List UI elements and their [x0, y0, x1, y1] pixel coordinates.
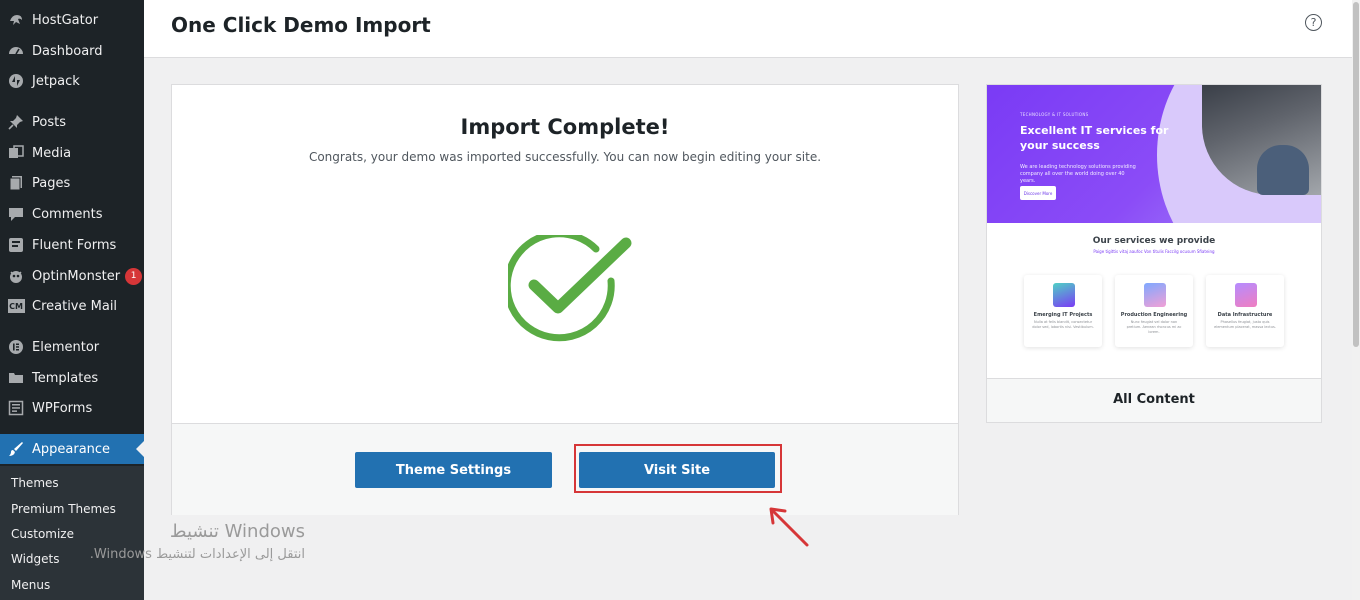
active-indicator	[136, 441, 144, 457]
scrollbar-thumb[interactable]	[1353, 2, 1359, 347]
service-text: Nunc feugiat vel dolor non pretium. Aene…	[1126, 320, 1182, 334]
page-scrollbar[interactable]	[1352, 0, 1360, 600]
hostgator-icon	[7, 11, 25, 29]
sidebar-item-label: Elementor	[32, 339, 100, 355]
sidebar-item-wpforms[interactable]: WPForms	[0, 393, 144, 423]
sidebar-item-label: HostGator	[32, 12, 99, 28]
sidebar-item-appearance[interactable]: Appearance	[0, 434, 144, 464]
sidebar-item-label: Templates	[32, 370, 99, 386]
submenu-item-menus[interactable]: Menus	[11, 578, 50, 592]
sidebar-item-label: OptinMonster	[32, 268, 121, 284]
success-check-icon	[503, 230, 633, 350]
media-icon	[7, 144, 25, 162]
notification-badge: 1	[125, 267, 143, 285]
dashboard-icon	[7, 42, 25, 60]
cm-icon-text: CM	[7, 299, 25, 313]
sidebar-item-jetpack[interactable]: Jetpack	[0, 66, 144, 96]
windows-activation-title: تنشيط Windows	[169, 521, 305, 542]
service-card: Emerging IT Projects Nulla at felis blan…	[1024, 275, 1102, 347]
sidebar-item-label: WPForms	[32, 400, 93, 416]
service-card: Data Infrastructure Phasellus feugiat, j…	[1206, 275, 1284, 347]
page-header: One Click Demo Import ?	[144, 0, 1352, 58]
pages-icon	[7, 174, 25, 192]
sidebar-item-label: Jetpack	[32, 73, 80, 89]
sidebar-item-label: Creative Mail	[32, 298, 118, 314]
hero-button: Discover More	[1020, 186, 1056, 200]
phone-illustration-icon	[1053, 283, 1075, 307]
folder-icon	[7, 369, 25, 387]
comment-icon	[7, 205, 25, 223]
import-complete-message: Congrats, your demo was imported success…	[308, 150, 822, 164]
sidebar-item-label: Pages	[32, 175, 71, 191]
hero-title: Excellent IT services for your success	[1020, 124, 1169, 152]
submenu-item-customize[interactable]: Customize	[11, 527, 74, 541]
page-title: One Click Demo Import	[171, 13, 431, 37]
sidebar-item-dashboard[interactable]: Dashboard	[0, 36, 144, 66]
submenu-item-premium-themes[interactable]: Premium Themes	[11, 502, 116, 516]
wpforms-icon	[7, 399, 25, 417]
services-subtitle: Paige tigittis vitaj aaufoc Von titulis …	[1093, 249, 1215, 254]
demo-preview-image: TECHNOLOGY & IT SOLUTIONS Excellent IT s…	[987, 85, 1321, 378]
submenu-item-widgets[interactable]: Widgets	[11, 552, 60, 566]
sidebar-item-label: Appearance	[32, 441, 111, 457]
sidebar-item-label: Comments	[32, 206, 103, 222]
appearance-submenu: Themes Premium Themes Customize Widgets …	[0, 466, 144, 600]
theme-settings-button[interactable]: Theme Settings	[355, 452, 552, 488]
sidebar-item-optinmonster[interactable]: OptinMonster 1	[0, 261, 144, 291]
sidebar-item-media[interactable]: Media	[0, 138, 144, 168]
service-name: Data Infrastructure	[1217, 312, 1273, 318]
jetpack-icon	[7, 72, 25, 90]
data-illustration-icon	[1235, 283, 1257, 307]
sidebar-item-elementor[interactable]: Elementor	[0, 332, 144, 362]
preview-hero: TECHNOLOGY & IT SOLUTIONS Excellent IT s…	[987, 85, 1321, 223]
sidebar-item-label: Fluent Forms	[32, 237, 117, 253]
sidebar-item-fluent-forms[interactable]: Fluent Forms	[0, 230, 144, 260]
import-actions: Theme Settings Visit Site	[172, 423, 958, 515]
sidebar-item-label: Dashboard	[32, 43, 103, 59]
import-complete-panel: Import Complete! Congrats, your demo was…	[171, 84, 959, 515]
sidebar-item-templates[interactable]: Templates	[0, 363, 144, 393]
optinmonster-icon	[7, 267, 25, 285]
visit-site-button[interactable]: Visit Site	[579, 452, 775, 488]
sidebar-item-pages[interactable]: Pages	[0, 168, 144, 198]
windows-activation-text: انتقل إلى الإعدادات لتنشيط Windows.	[89, 547, 305, 562]
preview-footer: All Content	[987, 378, 1321, 422]
services-title: Our services we provide	[1092, 236, 1216, 246]
service-text: Nulla at felis blandit, consectetur dolo…	[1032, 320, 1094, 329]
elementor-icon	[7, 338, 25, 356]
sidebar-item-label: Posts	[32, 114, 66, 130]
sidebar-item-creative-mail[interactable]: CM Creative Mail	[0, 291, 144, 321]
hero-text: We are leading technology solutions prov…	[1020, 164, 1136, 184]
forms-icon	[7, 236, 25, 254]
service-card: Production Engineering Nunc feugiat vel …	[1115, 275, 1193, 347]
sidebar-item-label: Media	[32, 145, 72, 161]
pin-icon	[7, 113, 25, 131]
admin-sidebar: HostGator Dashboard Jetpack Posts Media …	[0, 0, 144, 600]
sidebar-item-comments[interactable]: Comments	[0, 199, 144, 229]
help-icon[interactable]: ?	[1305, 14, 1322, 31]
service-name: Production Engineering	[1120, 312, 1188, 318]
person-image	[1257, 145, 1309, 195]
preview-label: All Content	[1113, 392, 1195, 407]
demo-preview-card[interactable]: TECHNOLOGY & IT SOLUTIONS Excellent IT s…	[986, 84, 1322, 423]
dashboard-illustration-icon	[1144, 283, 1166, 307]
submenu-item-themes[interactable]: Themes	[11, 476, 59, 490]
brush-icon	[7, 440, 25, 458]
hero-kicker: TECHNOLOGY & IT SOLUTIONS	[1020, 112, 1089, 117]
cm-icon: CM	[7, 297, 25, 315]
service-text: Phasellus feugiat, justo quis elementum …	[1214, 320, 1276, 329]
annotation-arrow-icon	[765, 505, 813, 549]
service-name: Emerging IT Projects	[1033, 312, 1093, 318]
sidebar-item-posts[interactable]: Posts	[0, 107, 144, 137]
sidebar-item-hostgator[interactable]: HostGator	[0, 5, 144, 35]
import-complete-title: Import Complete!	[460, 115, 670, 139]
